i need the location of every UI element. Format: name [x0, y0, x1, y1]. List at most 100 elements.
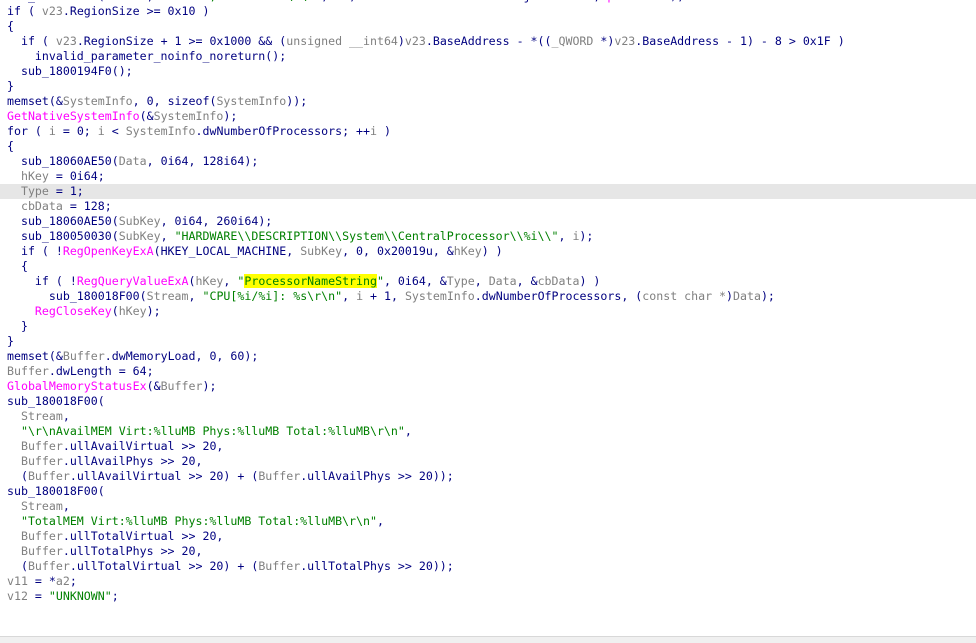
code-token: )	[377, 124, 391, 138]
code-line[interactable]: sub_1800194F0();	[0, 64, 976, 79]
code-line[interactable]: sub_18060AE50(Data, 0i64, 128i64);	[0, 154, 976, 169]
code-token: sub_180018F00	[7, 394, 98, 408]
code-line[interactable]: if ( !RegQueryValueExA(hKey, "ProcessorN…	[0, 274, 976, 289]
code-token: Stream	[20, 409, 63, 423]
code-line[interactable]: sub_180050030(SubKey, "HARDWARE\\DESCRIP…	[0, 229, 976, 244]
code-token: VersionInformation	[363, 0, 489, 3]
code-token: Buffer	[20, 454, 63, 468]
code-line[interactable]: v12 = "UNKNOWN";	[0, 589, 976, 604]
code-token: SystemInfo	[62, 94, 133, 108]
code-token: for (	[7, 124, 49, 138]
code-line[interactable]: Buffer.ullTotalPhys >> 20,	[0, 544, 976, 559]
code-token: "	[376, 274, 384, 288]
code-token: Buffer	[20, 529, 63, 543]
code-line[interactable]: cbData = 128;	[0, 199, 976, 214]
code-line[interactable]: {	[0, 259, 976, 274]
code-token: invalid_parameter_noinfo_noreturn	[34, 49, 266, 63]
code-line[interactable]: "TotalMEM Virt:%lluMB Phys:%lluMB Total:…	[0, 514, 976, 529]
code-token: Type	[446, 274, 475, 288]
code-line[interactable]: GetNativeSystemInfo(&SystemInfo);	[0, 109, 976, 124]
code-token: , 0i64, 260i64);	[160, 214, 273, 228]
code-line[interactable]: if ( v23.RegionSize + 1 >= 0x1000 && (un…	[0, 34, 976, 49]
code-token: hKey	[20, 169, 49, 183]
code-token: "OS: %s, NT: %d.%d\r\n"	[161, 0, 322, 3]
code-line[interactable]: sub_18060AE50(SubKey, 0i64, 260i64);	[0, 214, 976, 229]
code-line[interactable]: (Buffer.ullAvailVirtual >> 20) + (Buffer…	[0, 469, 976, 484]
code-token: ,	[188, 289, 203, 303]
code-token: , &	[516, 274, 538, 288]
code-line[interactable]: "\r\nAvailMEM Virt:%lluMB Phys:%lluMB To…	[0, 424, 976, 439]
code-line[interactable]: hKey = 0i64;	[0, 169, 976, 184]
code-token: .dwMemoryLoad, 0, 60);	[104, 349, 259, 363]
code-line[interactable]: Buffer.ullAvailVirtual >> 20,	[0, 439, 976, 454]
code-line[interactable]: }	[0, 334, 976, 349]
code-token: v12	[7, 589, 28, 603]
code-token: .dwNumberOfProcessors, (	[474, 289, 643, 303]
code-token: i	[48, 124, 56, 138]
code-token: SystemInfo	[153, 109, 224, 123]
code-token: hKey	[195, 274, 224, 288]
code-line[interactable]: }	[0, 319, 976, 334]
code-token: Stream	[20, 499, 63, 513]
code-line[interactable]: Stream,	[0, 499, 976, 514]
code-line[interactable]: Buffer.dwLength = 64;	[0, 364, 976, 379]
code-token: Buffer	[62, 349, 105, 363]
code-line[interactable]: GlobalMemoryStatusEx(&Buffer);	[0, 379, 976, 394]
code-line[interactable]: sub_180018F00(	[0, 484, 976, 499]
code-line[interactable]: Buffer.ullTotalVirtual >> 20,	[0, 529, 976, 544]
pseudocode-view[interactable]: sub_180018F00(Stream, "OS: %s, NT: %d.%d…	[0, 0, 976, 604]
code-token: )	[397, 34, 405, 48]
code-token: Buffer	[20, 544, 63, 558]
code-token: .RegionSize + 1 >= 0x1000 && (	[76, 34, 287, 48]
code-token: }	[7, 334, 14, 348]
code-line[interactable]: invalid_parameter_noinfo_noreturn();	[0, 49, 976, 64]
code-line[interactable]: Type = 1;	[0, 184, 976, 199]
code-token: .BaseAddress - *((	[425, 34, 552, 48]
code-token: {	[7, 19, 14, 33]
code-token: sub_18060AE50	[20, 154, 112, 168]
code-token: RegOpenKeyExA	[62, 244, 154, 258]
code-token: v23	[614, 34, 636, 48]
code-token: ();	[265, 49, 287, 63]
code-token: ,	[404, 424, 412, 438]
code-line[interactable]: Buffer.ullAvailPhys >> 20,	[0, 454, 976, 469]
code-token: .ullTotalVirtual >> 20,	[62, 529, 224, 543]
code-token: sub_180050030	[20, 229, 112, 243]
code-token: sub_1800194F0	[20, 64, 112, 78]
code-line[interactable]: memset(&Buffer.dwMemoryLoad, 0, 60);	[0, 349, 976, 364]
code-token: (&	[146, 379, 161, 393]
code-token: = 128;	[62, 199, 112, 213]
code-line[interactable]: {	[0, 139, 976, 154]
code-token: ,	[160, 229, 175, 243]
code-token: if ( !	[7, 274, 77, 288]
code-token: .ullTotalPhys >> 20));	[300, 559, 454, 573]
code-line[interactable]: v11 = *a2;	[0, 574, 976, 589]
code-line[interactable]: RegCloseKey(hKey);	[0, 304, 976, 319]
code-line[interactable]: for ( i = 0; i < SystemInfo.dwNumberOfPr…	[0, 124, 976, 139]
code-line[interactable]: sub_180018F00(	[0, 394, 976, 409]
code-line[interactable]: memset(&SystemInfo, 0, sizeof(SystemInfo…	[0, 94, 976, 109]
code-line[interactable]: (Buffer.ullTotalVirtual >> 20) + (Buffer…	[0, 559, 976, 574]
code-token: if (	[7, 34, 56, 48]
code-token: );	[202, 379, 217, 393]
code-token: v11	[7, 574, 28, 588]
code-line[interactable]: Stream,	[0, 409, 976, 424]
code-token: , 0i64, 128i64);	[146, 154, 259, 168]
code-token: ,	[147, 0, 161, 3]
code-line[interactable]: }	[0, 79, 976, 94]
code-line[interactable]: if ( v23.RegionSize >= 0x10 )	[0, 4, 976, 19]
code-line[interactable]: sub_180018F00(Stream, "CPU[%i/%i]: %s\r\…	[0, 289, 976, 304]
code-token: );	[579, 229, 594, 243]
code-line[interactable]: {	[0, 19, 976, 34]
code-line[interactable]: if ( !RegOpenKeyExA(HKEY_LOCAL_MACHINE, …	[0, 244, 976, 259]
code-token: v23	[55, 34, 77, 48]
code-token: if (	[7, 4, 42, 18]
code-token: SystemInfo	[404, 289, 475, 303]
code-token: .dwNumberOfProcessors; ++	[195, 124, 371, 138]
code-token: ,	[62, 409, 70, 423]
